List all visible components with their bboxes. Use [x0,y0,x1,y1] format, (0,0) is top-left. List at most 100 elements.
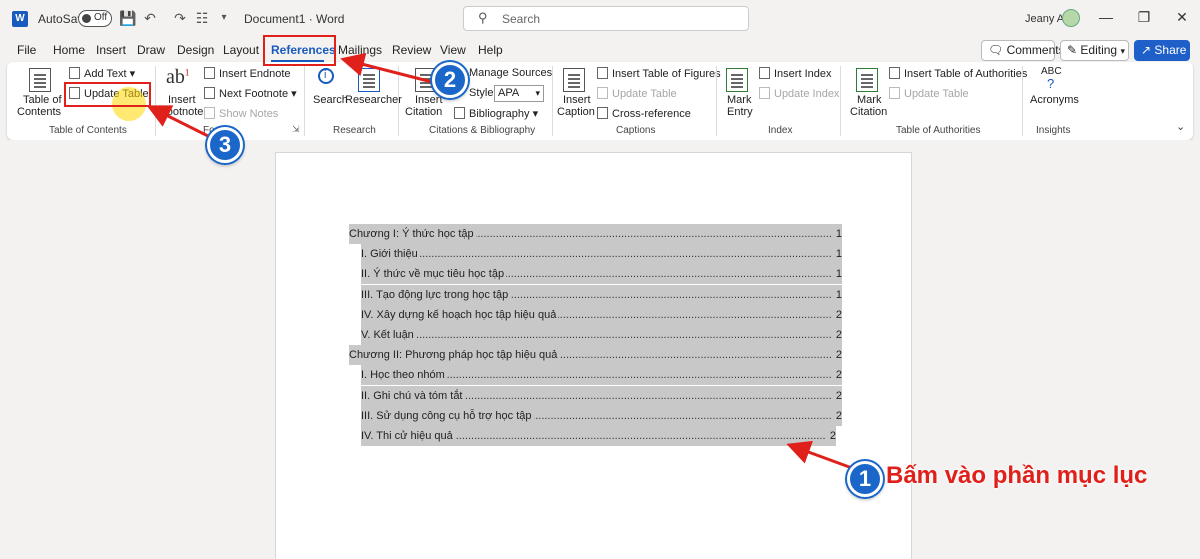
dialog-launcher-icon[interactable]: ⇲ [292,124,300,135]
close-icon[interactable]: ✕ [1174,9,1190,27]
document-title: Document1 · Word [244,12,345,26]
mark-entry-label-2[interactable]: Entry [727,106,753,118]
researcher-button[interactable]: Researcher [345,94,402,106]
toc-entry-text: II. Ý thức về mục tiêu học tập [361,264,507,284]
update-toa-button[interactable]: Update Table [889,87,969,100]
search-placeholder: Search [502,12,541,26]
style-select[interactable]: APA ▾ [494,85,544,102]
search-button[interactable]: Search [313,94,348,106]
redo-icon[interactable]: ↷ [171,9,189,27]
tab-home[interactable]: Home [53,43,85,57]
autosave-toggle[interactable]: Off [78,10,112,27]
tab-mailings[interactable]: Mailings [338,43,382,57]
undo-icon[interactable]: ↶ [141,9,159,27]
collapse-ribbon-icon[interactable]: ⌄ [1176,120,1185,133]
comment-icon: 🗨 [988,43,1004,57]
insert-footnote-label-2[interactable]: Footnote [160,106,203,118]
update-table-highlight [64,82,151,107]
share-button[interactable]: ↗ Share [1134,40,1190,61]
ribbon: Table of Contents Add Text ▾ Update Tabl… [7,62,1193,140]
toc-entry-page: 1 [833,285,842,305]
instruction-callout: Bấm vào phần mục lục [886,462,1148,489]
next-footnote-label: Next Footnote [219,88,289,100]
toc-entry[interactable]: ........................................… [361,285,842,305]
insert-toa-icon [889,67,900,79]
update-toa-icon [889,87,900,99]
tab-help[interactable]: Help [478,43,503,57]
next-footnote-button[interactable]: Next Footnote ▾ [204,87,297,100]
update-table-figures-label: Update Table [612,88,677,100]
manage-sources-button[interactable]: Manage Sources [469,67,552,79]
insert-footnote-label-1[interactable]: Insert [168,94,196,106]
show-notes-button[interactable]: Show Notes [204,107,278,120]
mark-entry-icon [726,68,748,92]
mark-citation-label-1[interactable]: Mark [857,94,881,106]
insert-index-button[interactable]: Insert Index [759,67,831,80]
toc-entry[interactable]: ........................................… [349,345,842,365]
toc-entry[interactable]: ........................................… [349,224,842,244]
avatar[interactable] [1062,9,1080,27]
toc-entry[interactable]: ........................................… [361,426,836,446]
group-authorities: Table of Authorities [896,125,981,136]
insert-citation-label-2[interactable]: Citation [405,106,442,118]
add-text-button[interactable]: Add Text ▾ [69,67,135,80]
toc-entry-text: I. Học theo nhóm [361,365,447,385]
save-icon[interactable]: 💾 [119,9,137,27]
group-insights: Insights [1036,125,1071,136]
researcher-icon [358,68,380,92]
tab-file[interactable]: File [17,43,36,57]
editing-button[interactable]: ✎ Editing ▾ [1060,40,1129,61]
mark-entry-label-1[interactable]: Mark [727,94,751,106]
separator [716,66,717,136]
toc-label-2[interactable]: Contents [17,106,61,118]
comments-button[interactable]: 🗨 Comments [981,40,1065,61]
insert-table-of-figures-button[interactable]: Insert Table of Figures [597,67,721,80]
toc-entry[interactable]: ........................................… [361,264,842,284]
toc-entry[interactable]: ........................................… [361,386,842,406]
toc-entry[interactable]: ........................................… [361,325,842,345]
toc-entry[interactable]: ........................................… [361,244,842,264]
mark-citation-icon [856,68,878,92]
toc-label-1[interactable]: Table of [23,94,62,106]
tab-insert[interactable]: Insert [96,43,126,57]
restore-icon[interactable]: ❐ [1136,9,1152,27]
qa-dropdown-icon[interactable]: ▾ [215,9,233,27]
tab-design[interactable]: Design [177,43,214,57]
cross-reference-button[interactable]: Cross-reference [597,107,691,120]
insert-citation-label-1[interactable]: Insert [415,94,443,106]
toc-entry[interactable]: ........................................… [361,365,842,385]
tab-draw[interactable]: Draw [137,43,165,57]
toc-entry-text: IV. Xây dựng kế hoạch học tập hiệu quả [361,305,559,325]
acronyms-button[interactable]: Acronyms [1030,94,1079,106]
insert-toa-button[interactable]: Insert Table of Authorities [889,67,1027,80]
search-box[interactable]: ⚲ Search [463,6,749,31]
update-toa-label: Update Table [904,88,969,100]
pencil-icon: ✎ [1067,43,1078,57]
toc-leader-dots: ........................................… [361,329,832,341]
tab-view[interactable]: View [440,43,466,57]
mark-citation-label-2[interactable]: Citation [850,106,887,118]
share-label: Share [1154,43,1187,57]
toc-entry-text: Chương I: Ý thức học tập [349,224,476,244]
toc-entry-page: 2 [833,325,842,345]
update-table-figures-button[interactable]: Update Table [597,87,677,100]
toc-entry[interactable]: ........................................… [361,406,842,426]
tab-layout[interactable]: Layout [223,43,259,57]
word-logo: W [12,11,28,27]
insert-caption-label-1[interactable]: Insert [563,94,591,106]
step-2-badge: 2 [432,62,468,98]
bibliography-button[interactable]: Bibliography ▾ [454,107,538,120]
insert-endnote-button[interactable]: Insert Endnote [204,67,291,80]
footnote-icon: ab1 [166,66,190,88]
update-index-button[interactable]: Update Index [759,87,839,100]
tab-review[interactable]: Review [392,43,431,57]
user-name[interactable]: Jeany A [1025,13,1064,25]
add-text-label: Add Text [84,68,127,80]
toc-entry[interactable]: ........................................… [361,305,842,325]
insert-caption-label-2[interactable]: Caption [557,106,595,118]
add-text-icon [69,67,80,79]
customize-icon[interactable]: ☷ [193,9,211,27]
autosave-state: Off [94,12,108,23]
minimize-icon[interactable]: — [1098,9,1114,27]
toc-entry-page: 1 [833,244,842,264]
